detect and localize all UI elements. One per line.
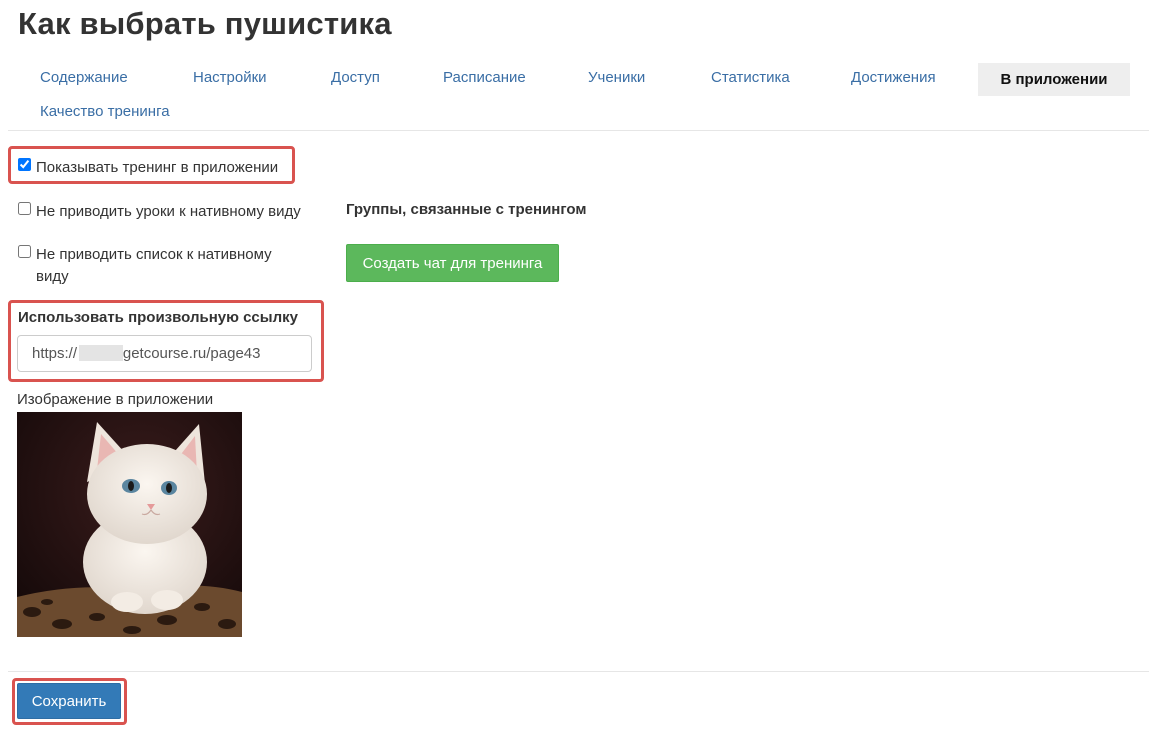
tab-achievements[interactable]: Достижения (851, 69, 936, 86)
page-title: Как выбрать пушистика (18, 6, 392, 41)
groups-heading: Группы, связанные с тренингом (346, 201, 587, 218)
create-chat-button[interactable]: Создать чат для тренинга (346, 244, 559, 282)
native-lessons-option[interactable]: Не приводить уроки к нативному виду (18, 201, 318, 223)
tab-schedule[interactable]: Расписание (443, 69, 526, 86)
native-list-checkbox[interactable] (18, 245, 31, 258)
kitten-photo (17, 412, 242, 637)
tabs-divider (8, 130, 1149, 131)
tab-in-app[interactable]: В приложении (978, 63, 1130, 96)
save-button[interactable]: Сохранить (17, 683, 121, 719)
tab-students[interactable]: Ученики (588, 69, 645, 86)
tab-training-quality[interactable]: Качество тренинга (40, 103, 170, 120)
custom-link-label: Использовать произвольную ссылку (18, 309, 298, 326)
tab-content[interactable]: Содержание (40, 69, 128, 86)
app-image-label: Изображение в приложении (17, 391, 214, 408)
tab-access[interactable]: Доступ (331, 69, 380, 86)
custom-link-input[interactable] (17, 335, 312, 372)
native-list-option[interactable]: Не приводить список к нативному виду (18, 244, 298, 288)
show-in-app-option[interactable]: Показывать тренинг в приложении (18, 157, 298, 179)
native-lessons-label: Не приводить уроки к нативному виду (36, 203, 301, 220)
redacted-subdomain (79, 345, 123, 361)
native-lessons-checkbox[interactable] (18, 202, 31, 215)
show-in-app-label: Показывать тренинг в приложении (36, 159, 279, 176)
app-image[interactable] (17, 412, 242, 637)
tab-settings[interactable]: Настройки (193, 69, 267, 86)
native-list-label: Не приводить список к нативному виду (36, 246, 272, 285)
show-in-app-checkbox[interactable] (18, 158, 31, 171)
footer-divider (8, 671, 1149, 672)
tab-statistics[interactable]: Статистика (711, 69, 790, 86)
